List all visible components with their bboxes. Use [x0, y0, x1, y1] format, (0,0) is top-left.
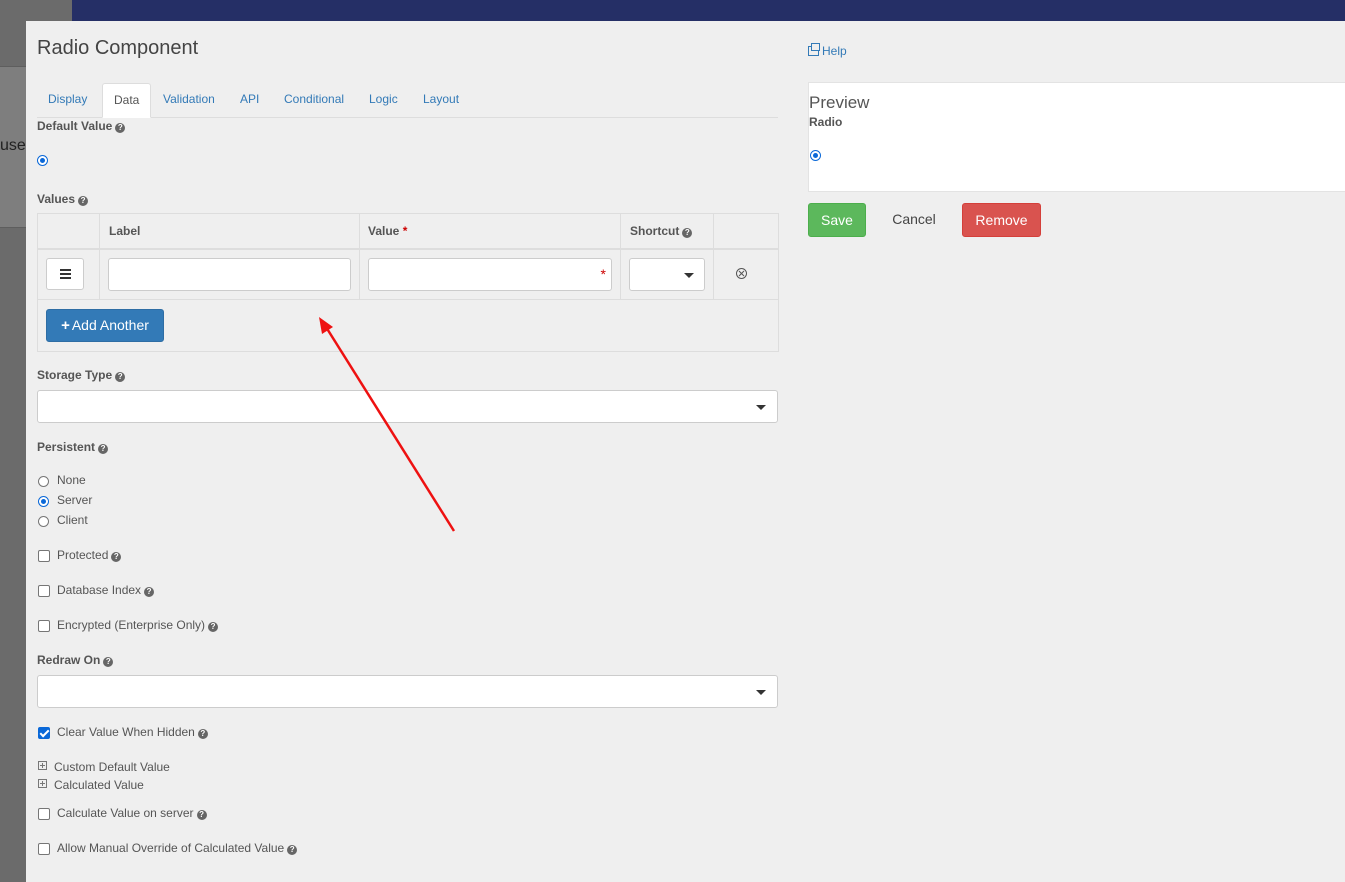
default-value-radio[interactable]: [37, 155, 48, 166]
storage-type-label: Storage Type?: [37, 368, 126, 382]
help-question-icon[interactable]: ?: [144, 587, 155, 597]
remove-row-icon[interactable]: [736, 268, 747, 279]
save-button[interactable]: Save: [808, 203, 866, 237]
help-question-icon[interactable]: ?: [287, 845, 298, 855]
encrypted-label: Encrypted (Enterprise Only)?: [57, 618, 219, 632]
help-question-icon[interactable]: ?: [78, 196, 89, 206]
help-link[interactable]: Help: [808, 43, 847, 58]
help-question-icon[interactable]: ?: [682, 228, 693, 238]
header-label: Label: [109, 224, 141, 238]
calculate-on-server-label: Calculate Value on server?: [57, 806, 207, 820]
tab-data[interactable]: Data: [102, 83, 152, 118]
redraw-on-select[interactable]: [37, 675, 778, 708]
calculated-value-toggle[interactable]: Calculated Value: [54, 778, 144, 792]
preview-field-label: Radio: [809, 115, 843, 129]
preview-panel: Preview Radio: [808, 82, 1345, 192]
background-text: use: [0, 137, 26, 154]
help-question-icon[interactable]: ?: [111, 552, 122, 562]
expand-plus-icon[interactable]: [38, 779, 47, 788]
tab-api[interactable]: API: [229, 83, 270, 117]
background-topbar: [72, 0, 1345, 21]
protected-label: Protected?: [57, 548, 122, 562]
persistent-client-label: Client: [57, 513, 88, 527]
protected-checkbox[interactable]: [38, 550, 50, 562]
redraw-on-label: Redraw On?: [37, 653, 114, 667]
column-divider: [99, 214, 100, 300]
preview-title: Preview: [809, 93, 870, 112]
default-value-label: Default Value?: [37, 119, 126, 133]
persistent-label: Persistent?: [37, 440, 109, 454]
custom-default-value-toggle[interactable]: Custom Default Value: [54, 760, 170, 774]
persistent-none-radio[interactable]: [38, 476, 49, 487]
help-question-icon[interactable]: ?: [208, 622, 219, 632]
cancel-button[interactable]: Cancel: [878, 203, 950, 237]
tab-conditional[interactable]: Conditional: [273, 83, 355, 117]
required-asterisk: *: [600, 266, 606, 282]
tab-display[interactable]: Display: [37, 83, 98, 117]
preview-radio[interactable]: [810, 150, 821, 161]
chevron-down-icon: [756, 690, 766, 695]
option-label-input[interactable]: [108, 258, 351, 291]
expand-plus-icon[interactable]: [38, 761, 47, 770]
chevron-down-icon: [684, 273, 694, 278]
column-divider: [359, 214, 360, 300]
modal-title: Radio Component: [37, 37, 199, 59]
help-question-icon[interactable]: ?: [197, 729, 208, 739]
help-question-icon[interactable]: ?: [115, 372, 126, 382]
database-index-checkbox[interactable]: [38, 585, 50, 597]
values-label: Values?: [37, 192, 89, 206]
header-shortcut: Shortcut?: [630, 224, 693, 238]
row-divider: [38, 299, 778, 300]
persistent-client-radio[interactable]: [38, 516, 49, 527]
clear-value-checkbox[interactable]: [38, 727, 50, 739]
database-index-label: Database Index?: [57, 583, 155, 597]
persistent-server-radio[interactable]: [38, 496, 49, 507]
tab-validation[interactable]: Validation: [152, 83, 226, 117]
chevron-down-icon: [756, 405, 766, 410]
clear-value-label: Clear Value When Hidden?: [57, 725, 208, 739]
calculate-on-server-checkbox[interactable]: [38, 808, 50, 820]
tab-bar: Display Data Validation API Conditional …: [37, 83, 778, 118]
column-divider: [620, 214, 621, 300]
hamburger-icon: [60, 269, 71, 271]
add-another-button[interactable]: + Add Another: [46, 309, 164, 342]
shortcut-select[interactable]: [629, 258, 705, 291]
allow-override-checkbox[interactable]: [38, 843, 50, 855]
tab-layout[interactable]: Layout: [412, 83, 470, 117]
header-value: Value *: [368, 224, 408, 238]
help-question-icon[interactable]: ?: [196, 810, 207, 820]
tab-logic[interactable]: Logic: [358, 83, 409, 117]
help-question-icon[interactable]: ?: [103, 657, 114, 667]
external-link-icon: [808, 43, 820, 56]
values-table: Label Value * Shortcut? * + Add Another: [37, 213, 779, 352]
allow-override-label: Allow Manual Override of Calculated Valu…: [57, 841, 298, 855]
storage-type-select[interactable]: [37, 390, 778, 423]
encrypted-checkbox[interactable]: [38, 620, 50, 632]
help-question-icon[interactable]: ?: [115, 123, 126, 133]
remove-button[interactable]: Remove: [962, 203, 1041, 237]
column-divider: [713, 214, 714, 300]
row-drag-handle-button[interactable]: [46, 258, 84, 290]
plus-icon: +: [61, 317, 70, 334]
option-value-input[interactable]: *: [368, 258, 612, 291]
persistent-server-label: Server: [57, 493, 93, 507]
help-question-icon[interactable]: ?: [98, 444, 109, 454]
component-edit-modal: Radio Component Display Data Validation …: [26, 21, 1345, 882]
persistent-none-label: None: [57, 473, 86, 487]
